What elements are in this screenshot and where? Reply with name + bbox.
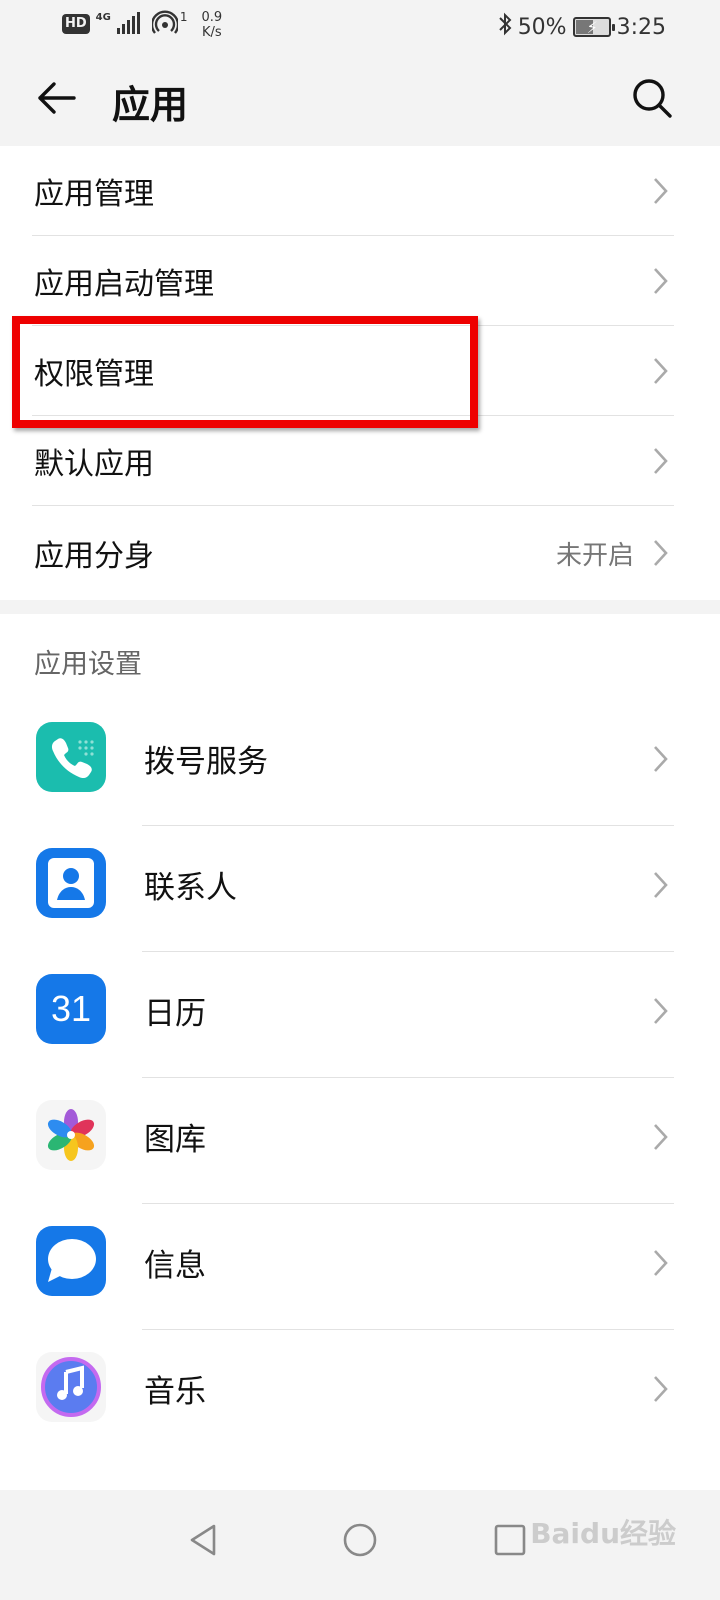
app-menu-list: 应用管理 应用启动管理 权限管理 默认应用 应用分身 未开启 (0, 146, 720, 600)
menu-item-label: 默认应用 (34, 447, 154, 482)
hotspot-icon (150, 10, 180, 36)
app-twin-status: 未开启 (555, 540, 634, 571)
battery-percent: 50% (517, 14, 567, 40)
nav-back-icon[interactable] (184, 1520, 224, 1560)
menu-item-app-management[interactable]: 应用管理 (0, 146, 720, 236)
menu-item-permissions[interactable]: 权限管理 (0, 326, 720, 416)
calendar-icon: 31 (36, 974, 106, 1044)
menu-item-label: 应用分身 (34, 539, 154, 574)
app-item-gallery[interactable]: 图库 (0, 1078, 720, 1204)
chevron-right-icon (650, 356, 670, 386)
app-bar: 应用 (0, 54, 720, 146)
chevron-right-icon (650, 744, 670, 774)
app-item-label: 音乐 (144, 1374, 206, 1410)
bluetooth-icon (498, 12, 512, 42)
chevron-right-icon (650, 1248, 670, 1278)
status-left: HD 4G 1 0.9 K/s (62, 10, 222, 40)
watermark: Baidu经验 (530, 1517, 676, 1550)
status-bar: HD 4G 1 0.9 K/s 50% ⚡ 3:25 (0, 0, 720, 54)
hd-badge: HD (62, 14, 90, 34)
speed-value: 0.9 (201, 10, 223, 25)
calendar-day: 31 (50, 988, 92, 1029)
menu-item-label: 权限管理 (34, 357, 154, 392)
chevron-right-icon (650, 996, 670, 1026)
nav-recents-icon[interactable] (490, 1520, 530, 1560)
hotspot-count: 1 (179, 10, 188, 24)
app-item-messages[interactable]: 信息 (0, 1204, 720, 1330)
search-icon[interactable] (630, 76, 674, 120)
chevron-right-icon (650, 870, 670, 900)
app-item-label: 联系人 (144, 870, 237, 906)
gallery-icon (36, 1100, 106, 1170)
back-arrow-icon[interactable] (34, 76, 78, 120)
section-title: 应用设置 (34, 649, 142, 680)
app-item-label: 信息 (144, 1248, 206, 1284)
app-item-contacts[interactable]: 联系人 (0, 826, 720, 952)
app-item-label: 图库 (144, 1122, 206, 1158)
divider (32, 505, 674, 506)
menu-item-default-apps[interactable]: 默认应用 (0, 416, 720, 506)
battery-icon: ⚡ (572, 17, 615, 37)
nav-home-icon[interactable] (340, 1520, 380, 1560)
page-title: 应用 (112, 83, 189, 127)
contacts-icon (36, 848, 106, 918)
app-item-label: 拨号服务 (144, 744, 268, 780)
chevron-right-icon (650, 266, 670, 296)
network-speed: 0.9 K/s (201, 10, 222, 40)
network-type: 4G (95, 12, 111, 23)
menu-item-label: 应用管理 (34, 177, 154, 212)
clock: 3:25 (616, 14, 666, 40)
speed-unit: K/s (201, 25, 222, 40)
app-item-label: 日历 (144, 996, 206, 1032)
messages-icon (36, 1226, 106, 1296)
menu-item-label: 应用启动管理 (34, 267, 214, 302)
app-item-dialer[interactable]: 拨号服务 (0, 700, 720, 826)
chevron-right-icon (650, 538, 670, 568)
charging-bolt-icon: ⚡ (586, 18, 598, 37)
chevron-right-icon (650, 1122, 670, 1152)
chevron-right-icon (650, 446, 670, 476)
app-settings-section: 应用设置 拨号服务 联系人 31 日历 图库 信息 音乐 (0, 614, 720, 1490)
app-item-music[interactable]: 音乐 (0, 1330, 720, 1456)
menu-item-app-launch[interactable]: 应用启动管理 (0, 236, 720, 326)
chevron-right-icon (650, 176, 670, 206)
music-icon (36, 1352, 106, 1422)
chevron-right-icon (650, 1374, 670, 1404)
signal-bars-icon (116, 12, 140, 34)
phone-icon (36, 722, 106, 792)
menu-item-app-twin[interactable]: 应用分身 未开启 (0, 508, 720, 598)
app-item-calendar[interactable]: 31 日历 (0, 952, 720, 1078)
status-right: 50% ⚡ 3:25 (498, 12, 666, 42)
